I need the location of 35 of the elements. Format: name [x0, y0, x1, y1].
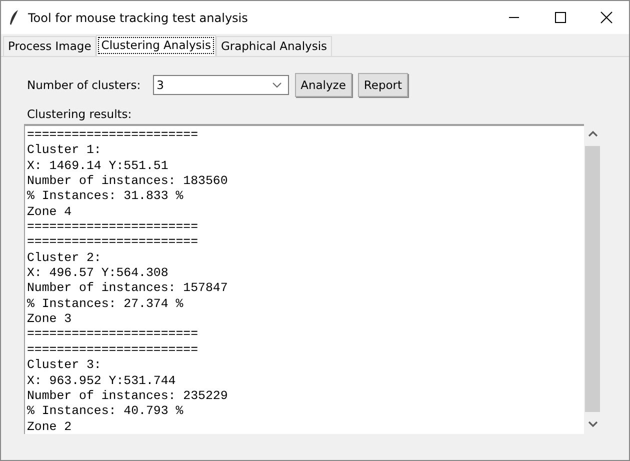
scroll-down-icon[interactable] [588, 420, 598, 428]
result-line: X: 1469.14 Y:551.51 [27, 158, 168, 174]
result-line: Cluster 1: [27, 143, 102, 159]
results-label: Clustering results: [27, 107, 133, 121]
result-line: % Instances: 40.793 % [27, 404, 184, 420]
result-line: ======================= [27, 128, 198, 144]
window-title: Tool for mouse tracking test analysis [28, 10, 248, 24]
result-line: % Instances: 31.833 % [27, 189, 184, 205]
result-line: Number of instances: 157847 [27, 281, 228, 297]
analyze-button[interactable]: Analyze [294, 73, 352, 97]
result-line: ======================= [27, 327, 198, 343]
result-line: Zone 3 [27, 312, 72, 328]
result-line: ======================= [27, 342, 198, 358]
report-button[interactable]: Report [358, 73, 408, 97]
result-line: Cluster 3: [27, 358, 102, 374]
scroll-up-icon[interactable] [588, 130, 598, 138]
result-line: % Instances: 27.374 % [27, 296, 184, 312]
result-line: X: 496.57 Y:564.308 [27, 266, 168, 282]
tab[interactable]: Graphical Analysis [216, 36, 332, 56]
clusters-label: Number of clusters: [27, 78, 141, 92]
result-line: Number of instances: 183560 [27, 174, 228, 190]
clusters-dropdown[interactable]: 3 [152, 75, 289, 95]
tab[interactable]: Process Image [3, 36, 96, 56]
result-line: Cluster 2: [27, 250, 102, 266]
result-line: ======================= [27, 220, 198, 236]
feather-icon [9, 10, 19, 26]
result-line: X: 963.952 Y:531.744 [27, 374, 176, 389]
result-line: Number of instances: 235229 [27, 388, 228, 404]
results-text-area[interactable] [24, 124, 584, 434]
tab[interactable]: Clustering Analysis [96, 35, 216, 56]
result-line: ======================= [27, 235, 198, 251]
result-line: Zone 4 [27, 204, 72, 220]
result-line: Zone 2 [27, 420, 72, 434]
scrollbar-thumb[interactable] [585, 146, 600, 412]
chevron-down-icon [272, 82, 282, 88]
